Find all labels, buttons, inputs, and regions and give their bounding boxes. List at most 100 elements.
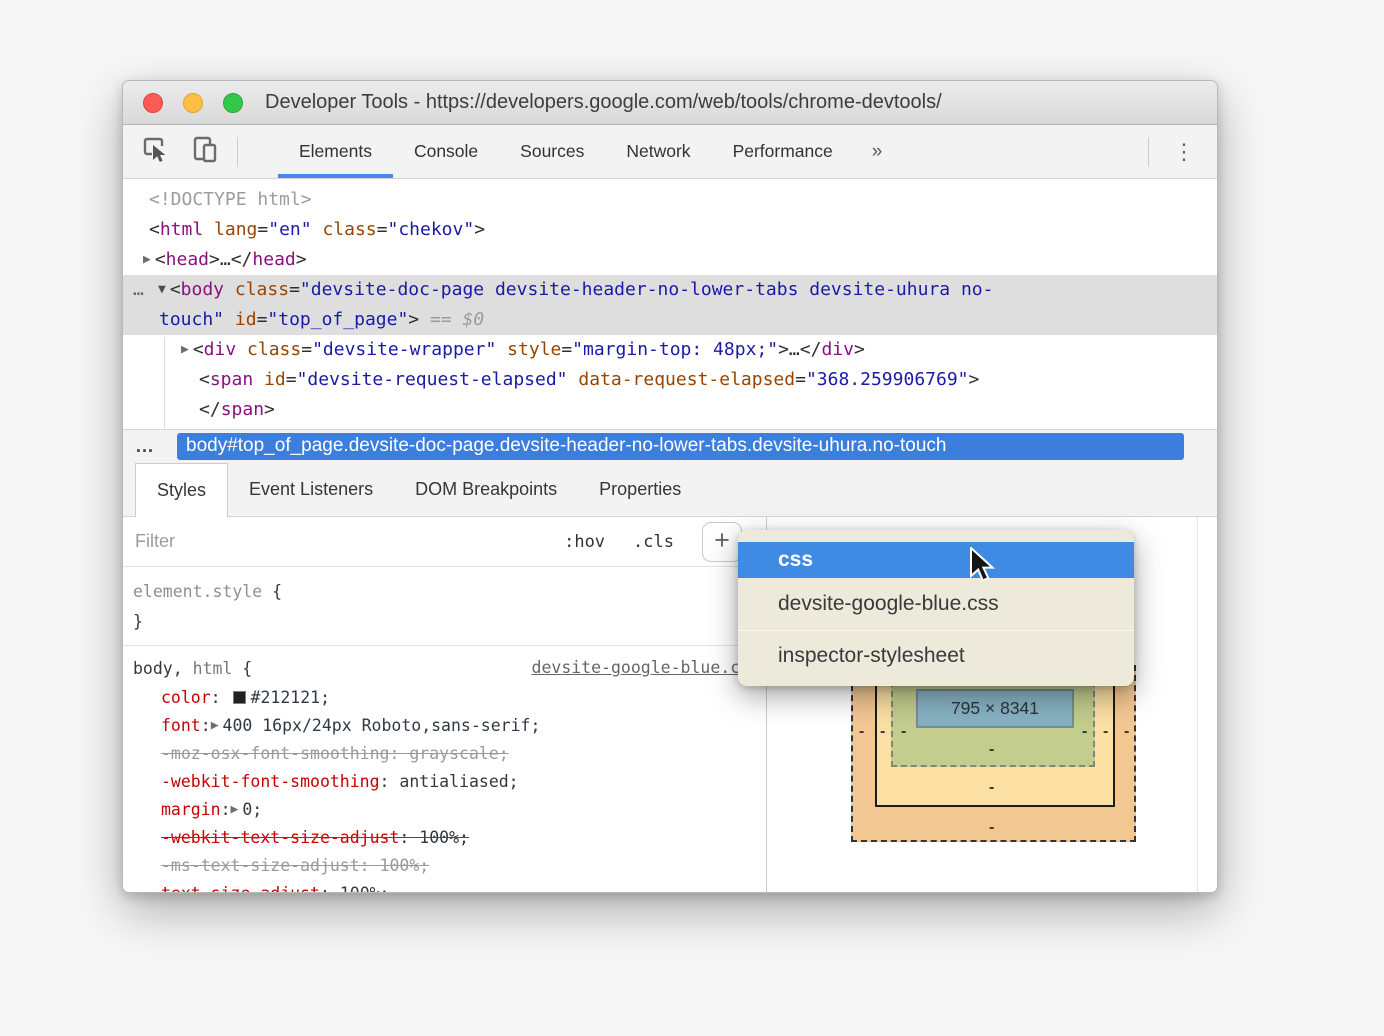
tab-network[interactable]: Network [605, 125, 711, 178]
code-line[interactable]: ▼<body class="devsite-doc-page devsite-h… [123, 275, 1217, 305]
breadcrumb-selected-node[interactable]: body#top_of_page.devsite-doc-page.devsit… [177, 433, 1184, 460]
margin-left-value[interactable]: - [859, 727, 864, 737]
code-token: … [789, 339, 800, 360]
code-token: : 100%; [399, 828, 469, 847]
box-model-margin[interactable]: 795 × 8341 - - - - - - - - - [851, 665, 1136, 842]
code-token: : [211, 688, 231, 707]
border-bottom-value[interactable]: - [989, 783, 994, 793]
code-line[interactable]: -moz-osx-font-smoothing: grayscale; [123, 740, 766, 768]
panel-tabs: Elements Console Sources Network Perform… [278, 125, 900, 178]
new-style-rule-button[interactable]: + [702, 522, 742, 562]
code-line[interactable]: -webkit-text-size-adjust: 100%; [123, 824, 766, 852]
code-token: = [257, 219, 268, 240]
code-line[interactable]: margin:▶0; [123, 796, 766, 824]
code-token: span [221, 399, 264, 420]
padding-right-value[interactable]: - [1082, 727, 1087, 737]
box-model-border[interactable]: 795 × 8341 [875, 671, 1115, 807]
code-token: <!DOCTYPE html> [149, 189, 312, 210]
inspect-element-button[interactable] [137, 134, 173, 170]
code-line[interactable]: ▶<ul class="kd-menulist devsite-hidden" … [123, 425, 1217, 429]
code-token: div [821, 339, 854, 360]
code-line[interactable]: -webkit-font-smoothing: antialiased; [123, 768, 766, 796]
code-token: id [264, 369, 286, 390]
code-token: : [201, 716, 211, 735]
tab-elements[interactable]: Elements [278, 125, 393, 178]
body-html-rule[interactable]: body, html { devsite-google-blue.css col… [123, 646, 766, 893]
code-token: > [778, 339, 789, 360]
zoom-button[interactable] [223, 93, 243, 113]
titlebar[interactable]: Developer Tools - https://developers.goo… [123, 81, 1217, 125]
active-tab-underline [278, 174, 393, 178]
tab-console[interactable]: Console [393, 125, 499, 178]
code-line[interactable]: element.style { [123, 577, 766, 607]
code-token: html [183, 659, 233, 678]
code-token: ▶ [231, 802, 243, 817]
minimize-button[interactable] [183, 93, 203, 113]
kebab-menu-icon: ⋮ [1173, 139, 1195, 165]
menu-item-css[interactable]: css [738, 542, 1134, 578]
menu-item-devsite-google-blue[interactable]: devsite-google-blue.css [738, 578, 1134, 630]
code-token [203, 219, 214, 240]
scrollbar-track[interactable] [1197, 517, 1198, 893]
code-token: margin [161, 800, 221, 819]
code-token: style [507, 339, 561, 360]
code-token: -moz-osx-font-smoothing: grayscale; [161, 744, 509, 763]
elements-dom-tree[interactable]: <!DOCTYPE html> <html lang="en" class="ch… [123, 179, 1217, 429]
tab-performance[interactable]: Performance [712, 125, 854, 178]
element-style-lines: element.style {} [123, 577, 766, 637]
code-line[interactable]: text-size-adjust: 100%; [123, 880, 766, 893]
code-token: : antialiased; [380, 772, 519, 791]
code-line[interactable]: font:▶400 16px/24px Roboto,sans-serif; [123, 712, 766, 740]
toggle-pseudo-class-button[interactable]: :hov [564, 532, 605, 552]
code-token: == $0 [419, 309, 484, 330]
code-token: span [210, 369, 253, 390]
code-line[interactable]: touch" id="top_of_page"> == $0 [123, 305, 1217, 335]
styles-pane: Filter :hov .cls + element.style {} body… [123, 517, 767, 893]
code-token: > [209, 249, 220, 270]
box-model-content[interactable]: 795 × 8341 [916, 689, 1074, 728]
code-line[interactable]: color: #212121; [123, 684, 766, 712]
margin-bottom-value[interactable]: - [989, 823, 994, 833]
tab-properties[interactable]: Properties [578, 463, 702, 516]
code-token: div [204, 339, 237, 360]
devtools-window: Developer Tools - https://developers.goo… [122, 80, 1218, 893]
code-token: body, [133, 659, 183, 678]
breadcrumb-overflow-button[interactable]: … [123, 436, 167, 458]
menu-item-inspector-stylesheet[interactable]: inspector-stylesheet [738, 631, 1134, 680]
main-menu-button[interactable]: ⋮ [1151, 125, 1217, 178]
code-line[interactable]: <span id="devsite-request-elapsed" data-… [123, 365, 1217, 395]
code-token: font [161, 716, 201, 735]
code-token: < [155, 249, 166, 270]
padding-bottom-value[interactable]: - [989, 745, 994, 755]
chevron-double-right-icon: » [872, 141, 883, 163]
code-token: lang [214, 219, 257, 240]
more-tabs-button[interactable]: » [854, 125, 901, 178]
code-line[interactable]: <html lang="en" class="chekov"> [123, 215, 1217, 245]
code-line[interactable]: </span> [123, 395, 1217, 425]
close-button[interactable] [143, 93, 163, 113]
code-token: -webkit-text-size-adjust [161, 828, 399, 847]
tab-event-listeners[interactable]: Event Listeners [228, 463, 394, 516]
mouse-cursor-icon [969, 547, 1003, 590]
padding-left-value[interactable]: - [901, 727, 906, 737]
code-line[interactable]: <!DOCTYPE html> [123, 185, 1217, 215]
tab-styles[interactable]: Styles [135, 463, 228, 517]
breadcrumb: … body#top_of_page.devsite-doc-page.devs… [123, 429, 1217, 463]
device-toolbar-button[interactable] [187, 134, 223, 170]
tab-sources[interactable]: Sources [499, 125, 605, 178]
code-token [568, 369, 579, 390]
code-line[interactable]: -ms-text-size-adjust: 100%; [123, 852, 766, 880]
margin-right-value[interactable]: - [1124, 727, 1129, 737]
gutter-ellipsis[interactable]: … [133, 275, 144, 305]
code-line[interactable]: } [123, 607, 766, 637]
code-line[interactable]: ▶<head>…</head> [123, 245, 1217, 275]
border-left-value[interactable]: - [880, 727, 885, 737]
element-style-rule[interactable]: element.style {} [123, 567, 766, 646]
toggle-class-button[interactable]: .cls [633, 532, 674, 552]
tab-dom-breakpoints[interactable]: DOM Breakpoints [394, 463, 578, 516]
code-line[interactable]: ▶<div class="devsite-wrapper" style="mar… [123, 335, 1217, 365]
code-token: head [252, 249, 295, 270]
stylesheet-link[interactable]: devsite-google-blue.css [532, 658, 760, 677]
filter-input[interactable]: Filter [135, 531, 175, 552]
border-right-value[interactable]: - [1103, 727, 1108, 737]
